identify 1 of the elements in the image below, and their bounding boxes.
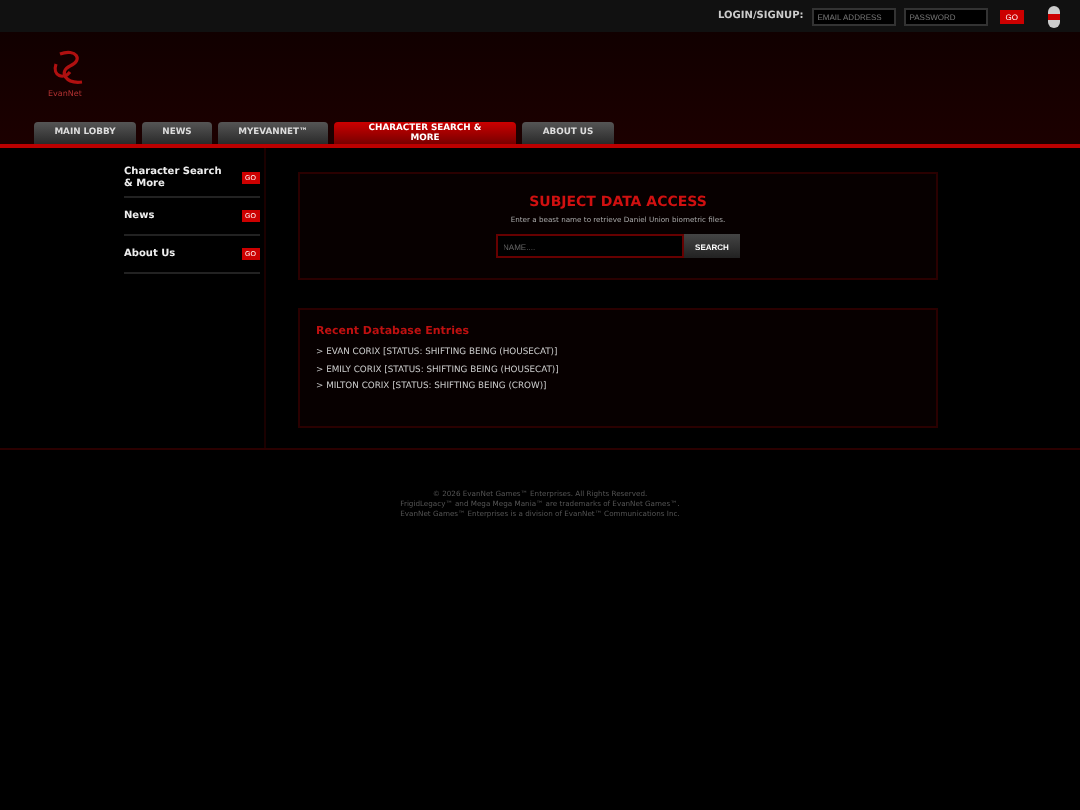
capsule-icon [1048,5,1060,27]
